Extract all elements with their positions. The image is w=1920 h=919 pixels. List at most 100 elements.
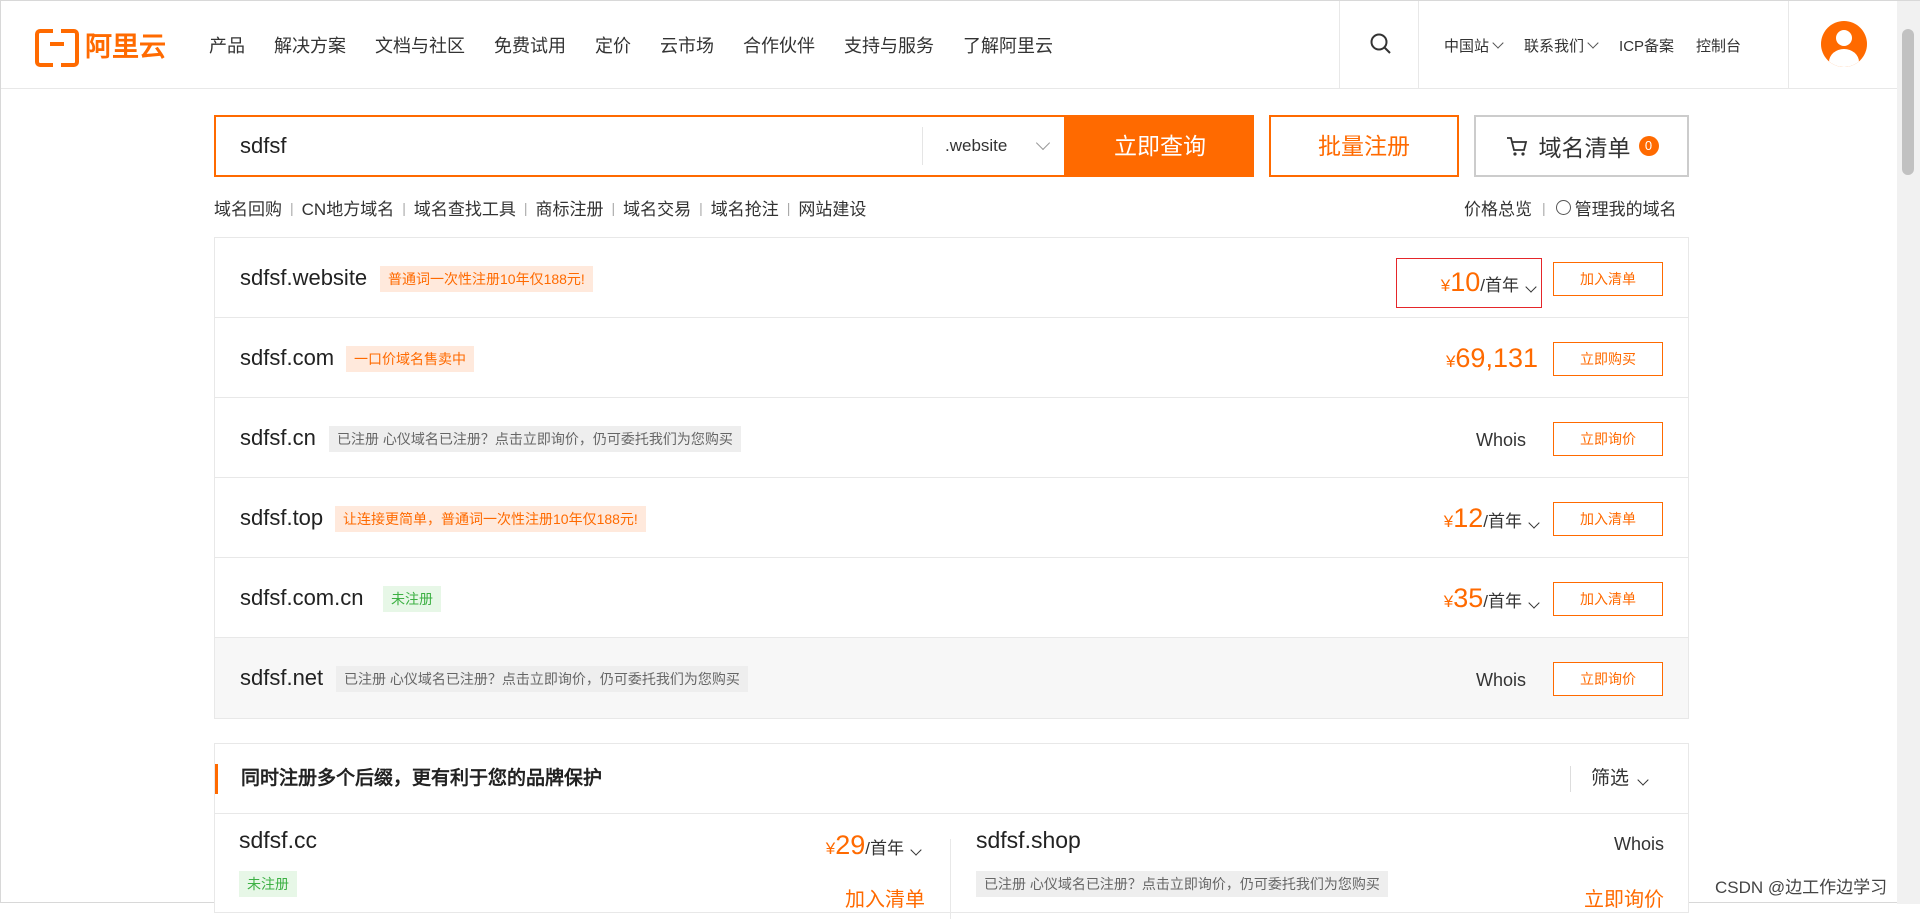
search-icon[interactable] — [1368, 31, 1394, 57]
site-selector[interactable]: 中国站 — [1444, 35, 1504, 56]
result-row: sdfsf.website 普通词一次性注册10年仅188元! ¥10/首年 加… — [215, 238, 1688, 318]
link-website-build[interactable]: 网站建设 — [798, 195, 866, 220]
domain-name: sdfsf.top — [240, 505, 324, 530]
scrollbar-thumb[interactable] — [1902, 29, 1914, 175]
inquire-button[interactable]: 立即询价 — [1553, 662, 1663, 696]
price-selector[interactable]: ¥29/首年 — [825, 825, 922, 870]
nav-item-solutions[interactable]: 解决方案 — [274, 32, 346, 58]
inquire-button[interactable]: 立即询价 — [1553, 422, 1663, 456]
whois-link[interactable]: Whois — [1476, 638, 1526, 722]
nav-item-marketplace[interactable]: 云市场 — [660, 32, 714, 58]
price-selector[interactable]: ¥12/首年 — [1443, 478, 1540, 563]
topbar-divider — [1418, 1, 1419, 89]
link-domain-trade[interactable]: 域名交易 — [623, 195, 691, 220]
link-domain-backorder[interactable]: 域名抢注 — [711, 195, 779, 220]
price-unit: /首年 — [1480, 276, 1519, 295]
registered-tag: 已注册 心仪域名已注册？点击立即询价，仍可委托我们为您购买 — [976, 871, 1388, 897]
result-row: sdfsf.cn 已注册 心仪域名已注册？点击立即询价，仍可委托我们为您购买 W… — [215, 398, 1688, 478]
unregistered-tag: 未注册 — [383, 586, 441, 612]
section-title: 同时注册多个后缀，更有利于您的品牌保护 — [241, 768, 603, 789]
suffix-card: sdfsf.shop 已注册 心仪域名已注册？点击立即询价，仍可委托我们为您购买… — [951, 813, 1689, 913]
nav-item-support[interactable]: 支持与服务 — [844, 32, 934, 58]
top-navigation-bar: 阿里云 产品 解决方案 文档与社区 免费试用 定价 云市场 合作伙伴 支持与服务… — [1, 1, 1897, 89]
chevron-down-icon — [1637, 774, 1649, 786]
nav-item-pricing[interactable]: 定价 — [595, 32, 631, 58]
price-display: ¥69,131 — [1446, 318, 1538, 403]
link-domain-buyback[interactable]: 域名回购 — [214, 195, 282, 220]
section-accent-bar — [215, 764, 218, 794]
price-selector[interactable]: ¥10/首年 — [1395, 258, 1542, 308]
query-button[interactable]: 立即查询 — [1066, 115, 1254, 177]
main-nav: 产品 解决方案 文档与社区 免费试用 定价 云市场 合作伙伴 支持与服务 了解阿… — [209, 1, 1082, 89]
domain-name: sdfsf.shop — [976, 827, 1081, 853]
add-to-list-button[interactable]: 加入清单 — [1553, 582, 1663, 616]
whois-link[interactable]: Whois — [1614, 827, 1664, 861]
unregistered-tag: 未注册 — [239, 871, 297, 897]
service-links: 域名回购 | CN地方域名 | 域名查找工具 | 商标注册 | 域名交易 | 域名抢注 | … — [214, 195, 866, 220]
contact-menu-label: 联系我们 — [1524, 37, 1585, 55]
domain-cart-button[interactable]: 域名清单 0 — [1474, 115, 1689, 177]
link-trademark[interactable]: 商标注册 — [535, 195, 603, 220]
add-to-list-button[interactable]: 加入清单 — [1553, 262, 1663, 296]
chevron-down-icon — [1587, 36, 1599, 49]
registered-tag: 已注册 心仪域名已注册？点击立即询价，仍可委托我们为您购买 — [336, 666, 748, 692]
add-to-list-link[interactable]: 加入清单 — [845, 883, 925, 912]
multi-suffix-header: 同时注册多个后缀，更有利于您的品牌保护 筛选 — [215, 744, 1688, 814]
domain-name: sdfsf.cn — [240, 425, 316, 450]
promo-tag: 普通词一次性注册10年仅188元! — [380, 266, 593, 292]
bulk-register-button[interactable]: 批量注册 — [1269, 115, 1459, 177]
price-value: 69,131 — [1455, 343, 1538, 373]
vertical-scrollbar[interactable] — [1897, 1, 1920, 904]
topbar-divider — [1339, 1, 1340, 89]
chevron-down-icon — [1035, 135, 1051, 151]
promo-tag: 让连接更简单，普通词一次性注册10年仅188元! — [335, 506, 646, 532]
brand-name: 阿里云 — [85, 31, 166, 63]
topbar-links: 中国站 联系我们 ICP备案 控制台 — [1444, 1, 1763, 89]
suffix-select[interactable]: .website — [922, 127, 1064, 165]
link-manage-domains[interactable]: 管理我的域名 — [1575, 195, 1677, 220]
search-results: sdfsf.website 普通词一次性注册10年仅188元! ¥10/首年 加… — [214, 237, 1689, 719]
csdn-watermark: CSDN @边工作边学习 — [1715, 878, 1888, 897]
site-selector-label: 中国站 — [1444, 37, 1490, 55]
right-links: 价格总览 | 管理我的域名 — [1464, 195, 1677, 220]
suffix-select-value: .website — [945, 136, 1008, 155]
chevron-down-icon — [1528, 517, 1540, 529]
filter-dropdown[interactable]: 筛选 — [1591, 744, 1649, 814]
price-selector[interactable]: ¥35/首年 — [1444, 558, 1540, 643]
add-to-list-button[interactable]: 加入清单 — [1553, 502, 1663, 536]
price-value: 12 — [1453, 503, 1484, 533]
nav-item-docs-community[interactable]: 文档与社区 — [375, 32, 465, 58]
domain-name: sdfsf.cc — [239, 827, 317, 853]
chevron-down-icon — [1525, 281, 1537, 293]
buy-now-button[interactable]: 立即购买 — [1553, 342, 1663, 376]
price-value: 35 — [1453, 583, 1484, 613]
nav-item-about[interactable]: 了解阿里云 — [963, 32, 1053, 58]
domain-search-input[interactable]: sdfsf — [216, 117, 922, 175]
aliyun-logo-mark-icon — [35, 29, 79, 67]
whois-link[interactable]: Whois — [1476, 398, 1526, 482]
nav-item-products[interactable]: 产品 — [209, 32, 245, 58]
chevron-down-icon — [1528, 597, 1540, 609]
domain-name: sdfsf.net — [240, 665, 324, 690]
price-value: 10 — [1450, 267, 1481, 297]
currency-symbol: ¥ — [825, 839, 836, 858]
registered-tag: 已注册 心仪域名已注册？点击立即询价，仍可委托我们为您购买 — [329, 426, 741, 452]
console-link[interactable]: 控制台 — [1696, 35, 1741, 56]
domain-name: sdfsf.com.cn — [240, 585, 364, 610]
link-price-overview[interactable]: 价格总览 — [1464, 195, 1532, 220]
nav-item-partners[interactable]: 合作伙伴 — [743, 32, 815, 58]
icp-link[interactable]: ICP备案 — [1619, 35, 1674, 56]
user-circle-icon — [1555, 200, 1571, 215]
chevron-down-icon — [1492, 36, 1504, 49]
nav-item-free-trial[interactable]: 免费试用 — [494, 32, 566, 58]
inquire-link[interactable]: 立即询价 — [1584, 883, 1664, 912]
aliyun-logo[interactable]: 阿里云 — [35, 27, 166, 67]
cart-icon — [1506, 137, 1527, 156]
currency-symbol: ¥ — [1445, 352, 1456, 371]
link-domain-finder[interactable]: 域名查找工具 — [414, 195, 516, 220]
currency-symbol: ¥ — [1443, 512, 1454, 531]
user-avatar[interactable] — [1821, 21, 1867, 67]
suffix-card: sdfsf.cc 未注册 ¥29/首年 加入清单 — [214, 813, 950, 913]
link-cn-regional-domain[interactable]: CN地方域名 — [302, 195, 395, 220]
contact-menu[interactable]: 联系我们 — [1524, 35, 1599, 56]
